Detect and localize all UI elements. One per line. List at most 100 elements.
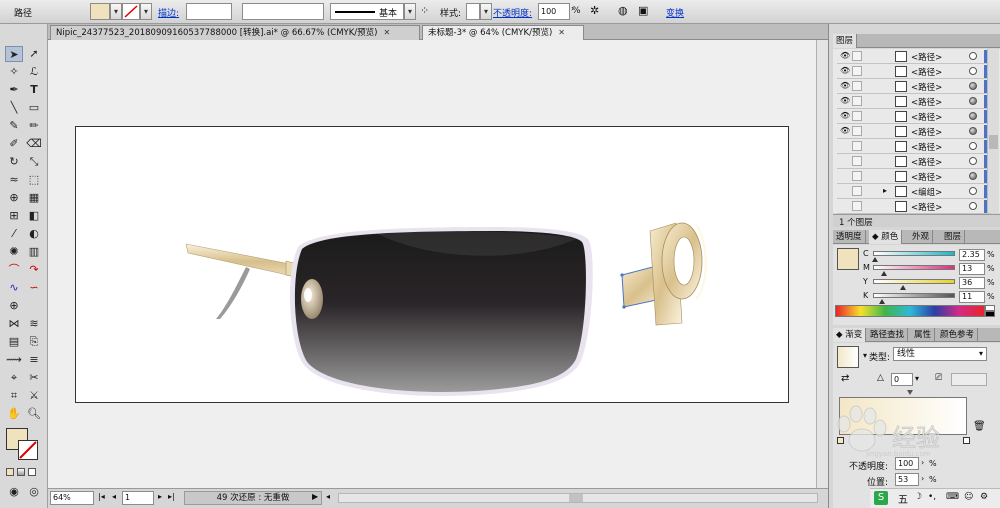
angle-dropdown[interactable]: ▾ — [915, 374, 919, 383]
measure-tool-icon[interactable]: ⟿ — [5, 352, 23, 368]
channel-slider[interactable] — [873, 293, 955, 298]
sogou-ime-icon[interactable]: S — [874, 491, 888, 505]
lasso-icon[interactable]: ℒ — [25, 64, 43, 80]
visibility-eye-icon[interactable] — [840, 172, 850, 180]
channel-slider[interactable] — [873, 251, 955, 256]
reverse-gradient-icon[interactable]: ⇄ — [841, 373, 849, 384]
pen-tool-icon[interactable]: ✒ — [5, 82, 23, 98]
tab-transparency[interactable]: 透明度 — [833, 230, 866, 244]
nose-pad[interactable] — [301, 279, 323, 319]
lock-toggle[interactable] — [852, 81, 862, 91]
target-circle[interactable] — [969, 82, 977, 90]
layer-row[interactable]: 👁︎ <路径> — [837, 94, 991, 109]
visibility-eye-icon[interactable] — [840, 142, 850, 150]
stroke-swatch[interactable] — [122, 3, 140, 20]
free-transform-icon[interactable]: ⬚ — [25, 172, 43, 188]
gradient-tool-icon[interactable]: ◧ — [25, 208, 43, 224]
tab-attributes[interactable]: 属性 — [911, 328, 936, 342]
target-circle[interactable] — [969, 172, 977, 180]
width-tool-icon[interactable]: ≋ — [25, 316, 43, 332]
add-anchor-icon[interactable]: ↷ — [25, 262, 43, 278]
transform-link[interactable]: 变换 — [666, 6, 684, 19]
layers-scrollbar[interactable] — [987, 49, 999, 213]
stroke-color-box[interactable] — [18, 440, 38, 460]
variable-width-field[interactable] — [242, 3, 324, 20]
eyedropper-icon[interactable]: ⁄ — [5, 226, 23, 242]
midpoint-diamond[interactable] — [907, 390, 913, 395]
gradient-stop-end[interactable] — [963, 437, 970, 444]
lens[interactable] — [294, 231, 586, 392]
tab-gradient[interactable]: ◆ 渐变 — [833, 328, 867, 342]
channel-value[interactable]: 2.35 — [959, 249, 985, 261]
brush-dropdown[interactable]: ▾ — [404, 3, 416, 20]
layer-row[interactable]: <路径> — [837, 139, 991, 154]
pencil-icon[interactable]: ✏ — [25, 118, 43, 134]
delete-stop-icon[interactable]: 🗑︎ — [973, 421, 986, 432]
color-fill-swatch[interactable] — [837, 248, 859, 270]
gradient-opacity-arrow[interactable]: › — [921, 458, 924, 467]
target-circle[interactable] — [969, 112, 977, 120]
chart-tool-icon[interactable]: ▤ — [5, 334, 23, 350]
gradient-mode-icon[interactable] — [17, 468, 25, 476]
lock-toggle[interactable] — [852, 171, 862, 181]
next-page-icon[interactable]: ▸ — [158, 492, 162, 501]
convert-anchor-icon[interactable]: ∿ — [5, 280, 23, 296]
tab-document-1[interactable]: Nipic_24377523_20180909160537788000 [转换]… — [50, 25, 420, 40]
opacity-link[interactable]: 不透明度: — [493, 6, 532, 19]
fill-dropdown[interactable]: ▾ — [110, 3, 122, 20]
column-graph-icon[interactable]: ▥ — [25, 244, 43, 260]
tab-pathfinder[interactable]: 路径查找 — [867, 328, 909, 342]
align-icon[interactable]: ▣ — [638, 4, 648, 17]
artboard-tool-icon[interactable]: ⌖ — [5, 370, 23, 386]
slice-tool-icon[interactable]: ⎘ — [25, 334, 43, 350]
eraser-icon[interactable]: ⌫ — [25, 136, 43, 152]
mesh-tool-icon[interactable]: ⋈ — [5, 316, 23, 332]
horizontal-scrollbar[interactable] — [338, 493, 818, 503]
visibility-eye-icon[interactable] — [840, 157, 850, 165]
channel-knob[interactable] — [899, 285, 906, 290]
lock-toggle[interactable] — [852, 156, 862, 166]
anchor-point-icon[interactable]: ⌒ — [5, 262, 23, 278]
layer-row[interactable]: 👁︎ <路径> — [837, 49, 991, 64]
artboard[interactable] — [75, 126, 789, 403]
zoom-field[interactable]: 64% — [50, 491, 94, 505]
layer-row[interactable]: <路径> — [837, 199, 991, 214]
visibility-eye-icon[interactable]: 👁︎ — [840, 52, 850, 60]
draw-mode-icon[interactable]: ◉ — [5, 484, 23, 500]
type-tool-icon[interactable]: T — [25, 82, 43, 98]
color-spectrum[interactable] — [835, 305, 985, 317]
curvature-icon[interactable]: ∽ — [25, 280, 43, 296]
hand-tool-icon[interactable]: ✋ — [5, 406, 23, 422]
tab-layers-2[interactable]: 图层 — [941, 230, 966, 244]
channel-slider[interactable] — [873, 279, 955, 284]
scissors-icon[interactable]: ✂ — [25, 370, 43, 386]
last-page-icon[interactable]: ▸| — [168, 492, 175, 501]
target-circle[interactable] — [969, 187, 977, 195]
sunglasses-artwork[interactable] — [76, 127, 788, 402]
gradient-swatch-dropdown[interactable]: ▾ — [863, 351, 867, 360]
color-mode-icon[interactable] — [6, 468, 14, 476]
target-circle[interactable] — [969, 142, 977, 150]
lock-toggle[interactable] — [852, 186, 862, 196]
ime-mode-icon[interactable]: 五 — [898, 491, 908, 506]
lock-toggle[interactable] — [852, 96, 862, 106]
magic-wand-icon[interactable]: ✧ — [5, 64, 23, 80]
layer-row[interactable]: <路径> — [837, 169, 991, 184]
tab-appearance[interactable]: 外观 — [909, 230, 934, 244]
lock-toggle[interactable] — [852, 51, 862, 61]
layer-row[interactable]: 👁︎ <路径> — [837, 64, 991, 79]
ime-punct-icon[interactable]: •, — [928, 492, 936, 502]
line-tool-icon[interactable]: ╲ — [5, 100, 23, 116]
none-mode-icon[interactable] — [28, 468, 36, 476]
gradient-type-select[interactable]: 线性 ▾ — [893, 347, 987, 361]
visibility-eye-icon[interactable]: 👁︎ — [840, 112, 850, 120]
symbol-sprayer-icon[interactable]: ✺ — [5, 244, 23, 260]
ime-user-icon[interactable]: ☺ — [964, 492, 973, 502]
gradient-location-field[interactable]: 53 — [895, 473, 919, 486]
close-icon[interactable]: ✕ — [383, 28, 390, 37]
anchor-point[interactable] — [622, 305, 626, 309]
layer-row[interactable]: 👁︎ <路径> — [837, 79, 991, 94]
expand-arrow-icon[interactable]: ▸ — [883, 186, 887, 195]
target-icon[interactable]: ⊕ — [5, 298, 23, 314]
lock-toggle[interactable] — [852, 66, 862, 76]
